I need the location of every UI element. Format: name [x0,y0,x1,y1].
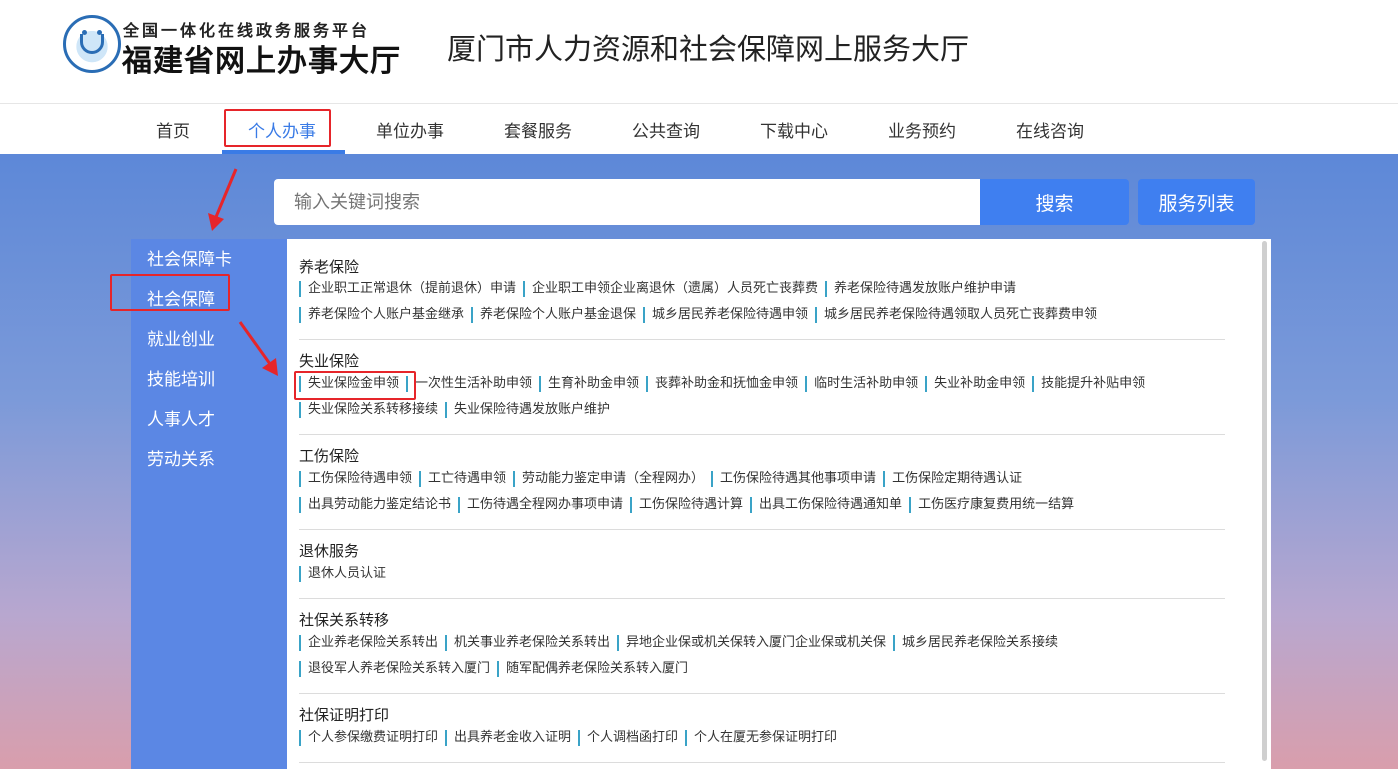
service-link[interactable]: 失业补助金申领 [925,376,1025,392]
service-list-button[interactable]: 服务列表 [1138,179,1255,225]
service-link[interactable]: 工伤待遇全程网办事项申请 [458,497,623,513]
service-link[interactable]: 城乡居民养老保险待遇领取人员死亡丧葬费申领 [815,307,1097,323]
section-divider [299,693,1225,694]
service-link[interactable]: 技能提升补贴申领 [1032,376,1145,392]
section-divider [299,598,1225,599]
section-certificates: 社保证明打印 [299,704,1225,726]
logo-title[interactable]: 福建省网上办事大厅 [122,36,401,80]
section-transfer: 社保关系转移 [299,609,1225,631]
section-unemployment: 失业保险 [299,350,1225,372]
service-link[interactable]: 工亡待遇申领 [419,471,506,487]
section-title: 退休服务 [299,542,360,560]
service-link[interactable]: 养老保险个人账户基金退保 [471,307,636,323]
logo-smile [80,34,104,54]
nav-item-consult[interactable]: 在线咨询 [1016,117,1084,142]
sidebar-item-labor[interactable]: 劳动关系 [147,445,215,470]
link-row: 失业保险金申领 一次性生活补助申领 生育补助金申领 丧葬补助金和抚恤金申领 临时生活补助… [299,376,1152,394]
service-link[interactable]: 异地企业保或机关保转入厦门企业保或机关保 [617,635,886,651]
section-pension: 养老保险 [299,256,1225,278]
nav-item-download[interactable]: 下载中心 [760,117,828,142]
service-link[interactable]: 出具工伤保险待遇通知单 [750,497,902,513]
link-row: 企业养老保险关系转出 机关事业养老保险关系转出 异地企业保或机关保转入厦门企业保或机… [299,635,1065,653]
link-row: 个人参保缴费证明打印 出具养老金收入证明 个人调档函打印 个人在厦无参保证明打印 [299,730,844,748]
service-link[interactable]: 工伤保险待遇申领 [299,471,412,487]
search-button[interactable]: 搜索 [980,179,1129,225]
section-title: 养老保险 [299,258,360,276]
service-link[interactable]: 城乡居民养老保险待遇申领 [643,307,808,323]
section-retirement: 退休服务 [299,540,1225,562]
main-nav: 首页 个人办事 单位办事 套餐服务 公共查询 下载中心 业务预约 在线咨询 [0,103,1398,154]
section-injury: 工伤保险 [299,445,1225,467]
section-title: 社保关系转移 [299,611,390,629]
service-link[interactable]: 临时生活补助申领 [805,376,918,392]
nav-item-unit[interactable]: 单位办事 [376,117,444,142]
link-row: 企业职工正常退休（提前退休）申请 企业职工申领企业离退休（遗属）人员死亡丧葬费 养老… [299,281,1023,299]
service-link[interactable]: 工伤保险待遇计算 [630,497,743,513]
link-row: 出具劳动能力鉴定结论书 工伤待遇全程网办事项申请 工伤保险待遇计算 出具工伤保险待遇通… [299,497,1081,515]
nav-item-public-query[interactable]: 公共查询 [632,117,700,142]
section-title: 社保证明打印 [299,706,390,724]
sidebar-item-social-security[interactable]: 社会保障 [147,285,215,310]
service-link[interactable]: 生育补助金申领 [539,376,639,392]
search-input[interactable] [274,179,980,225]
link-row: 退休人员认证 [299,566,393,584]
service-link[interactable]: 个人在厦无参保证明打印 [685,730,837,746]
service-link[interactable]: 丧葬补助金和抚恤金申领 [646,376,798,392]
panel-scrollbar[interactable] [1262,241,1267,761]
nav-item-personal[interactable]: 个人办事 [248,117,316,142]
service-link[interactable]: 劳动能力鉴定申请（全程网办） [513,471,704,487]
service-link[interactable]: 企业职工申领企业离退休（遗属）人员死亡丧葬费 [523,281,818,297]
service-link[interactable]: 失业保险待遇发放账户维护 [445,402,610,418]
service-link[interactable]: 失业保险金申领 [299,376,399,392]
service-link[interactable]: 城乡居民养老保险关系接续 [893,635,1058,651]
service-link[interactable]: 退役军人养老保险关系转入厦门 [299,661,490,677]
service-link[interactable]: 出具养老金收入证明 [445,730,571,746]
section-divider [299,762,1225,763]
service-link[interactable]: 一次性生活补助申领 [406,376,532,392]
fujian-logo-icon[interactable] [63,15,121,73]
service-link[interactable]: 失业保险关系转移接续 [299,402,438,418]
sidebar-item-social-card[interactable]: 社会保障卡 [147,245,232,270]
sidebar-item-talent[interactable]: 人事人才 [147,405,215,430]
service-link[interactable]: 机关事业养老保险关系转出 [445,635,610,651]
link-row: 失业保险关系转移接续 失业保险待遇发放账户维护 [299,402,617,420]
nav-item-appointment[interactable]: 业务预约 [888,117,956,142]
service-link[interactable]: 企业养老保险关系转出 [299,635,438,651]
header: 全国一体化在线政务服务平台 福建省网上办事大厅 厦门市人力资源和社会保障网上服务… [0,0,1398,103]
sidebar-item-employment[interactable]: 就业创业 [147,325,215,350]
service-link[interactable]: 工伤保险待遇其他事项申请 [711,471,876,487]
service-link[interactable]: 出具劳动能力鉴定结论书 [299,497,451,513]
site-title: 厦门市人力资源和社会保障网上服务大厅 [447,32,970,66]
section-title: 失业保险 [299,352,360,370]
service-link[interactable]: 个人参保缴费证明打印 [299,730,438,746]
section-title: 工伤保险 [299,447,360,465]
service-link[interactable]: 个人调档函打印 [578,730,678,746]
link-row: 工伤保险待遇申领 工亡待遇申领 劳动能力鉴定申请（全程网办） 工伤保险待遇其他事项申请… [299,471,1029,489]
service-link[interactable]: 养老保险个人账户基金继承 [299,307,464,323]
section-divider [299,339,1225,340]
link-row: 养老保险个人账户基金继承 养老保险个人账户基金退保 城乡居民养老保险待遇申领 城乡居民… [299,307,1104,325]
section-divider [299,529,1225,530]
nav-item-home[interactable]: 首页 [156,117,190,142]
sidebar-item-training[interactable]: 技能培训 [147,365,215,390]
service-link[interactable]: 养老保险待遇发放账户维护申请 [825,281,1016,297]
section-divider [299,434,1225,435]
nav-item-package[interactable]: 套餐服务 [504,117,572,142]
service-link[interactable]: 退休人员认证 [299,566,386,582]
service-link[interactable]: 工伤医疗康复费用统一结算 [909,497,1074,513]
service-link[interactable]: 工伤保险定期待遇认证 [883,471,1022,487]
service-link[interactable]: 企业职工正常退休（提前退休）申请 [299,281,516,297]
service-link[interactable]: 随军配偶养老保险关系转入厦门 [497,661,688,677]
link-row: 退役军人养老保险关系转入厦门 随军配偶养老保险关系转入厦门 [299,661,695,679]
sidebar: 社会保障卡 社会保障 就业创业 技能培训 人事人才 劳动关系 [131,239,287,769]
